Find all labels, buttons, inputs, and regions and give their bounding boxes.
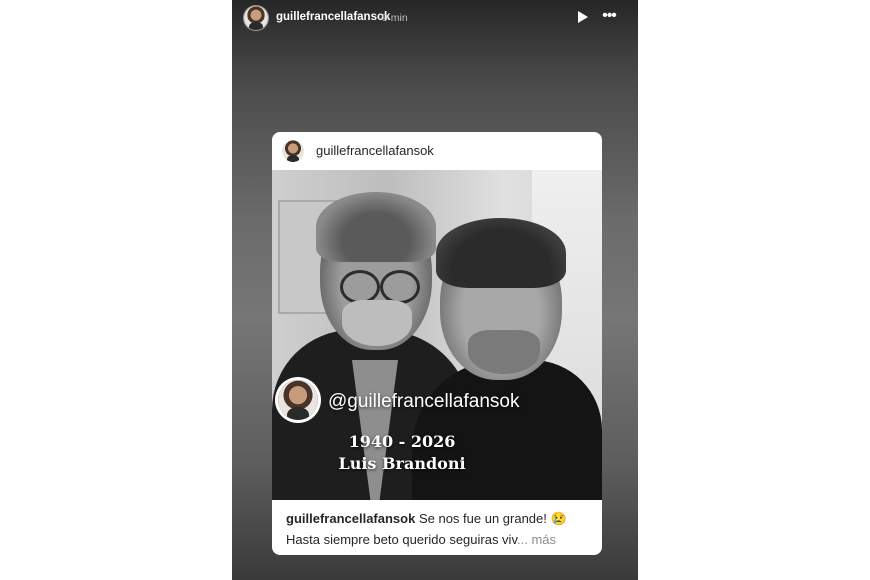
overlay-handle: @guillefrancellafansok [328,391,520,412]
post-caption: guillefrancellafansok Se nos fue un gran… [286,508,596,550]
overlay-avatar [278,380,318,420]
caption-line-1: guillefrancellafansok Se nos fue un gran… [286,508,596,529]
caption-more-link[interactable]: ... más [517,532,556,547]
post-username[interactable]: guillefrancellafansok [316,143,434,158]
overlay-years: 1940 - 2026 [348,432,456,451]
glasses-right-lens [380,270,420,304]
shared-post-card[interactable]: guillefrancellafansok @guillefrancellafa… [272,132,602,555]
person-right-beard [468,330,540,374]
overlay-name: Luis Brandoni [338,454,466,473]
more-icon[interactable]: ••• [600,8,618,25]
story-header: guillefrancellafansok 9 min ••• [232,0,638,36]
story-viewer: guillefrancellafansok 9 min ••• guillefr… [232,0,638,580]
story-timestamp: 9 min [382,12,408,24]
play-icon[interactable] [578,11,588,23]
post-avatar[interactable] [282,140,304,162]
person-right-hair [436,218,566,288]
glasses-left-lens [340,270,380,304]
post-header: guillefrancellafansok [272,132,602,170]
story-username[interactable]: guillefrancellafansok [276,11,390,23]
caption-text-2: Hasta siempre beto querido seguiras viv [286,532,517,547]
post-photo: @guillefrancellafansok 1940 - 2026 Luis … [272,170,602,500]
caption-line-2: Hasta siempre beto querido seguiras viv.… [286,529,596,550]
person-left-hair [316,192,436,262]
person-left-beard [342,300,412,346]
caption-username[interactable]: guillefrancellafansok [286,511,415,526]
caption-text-1: Se nos fue un grande! 😢 [418,511,567,526]
story-avatar[interactable] [244,6,268,30]
